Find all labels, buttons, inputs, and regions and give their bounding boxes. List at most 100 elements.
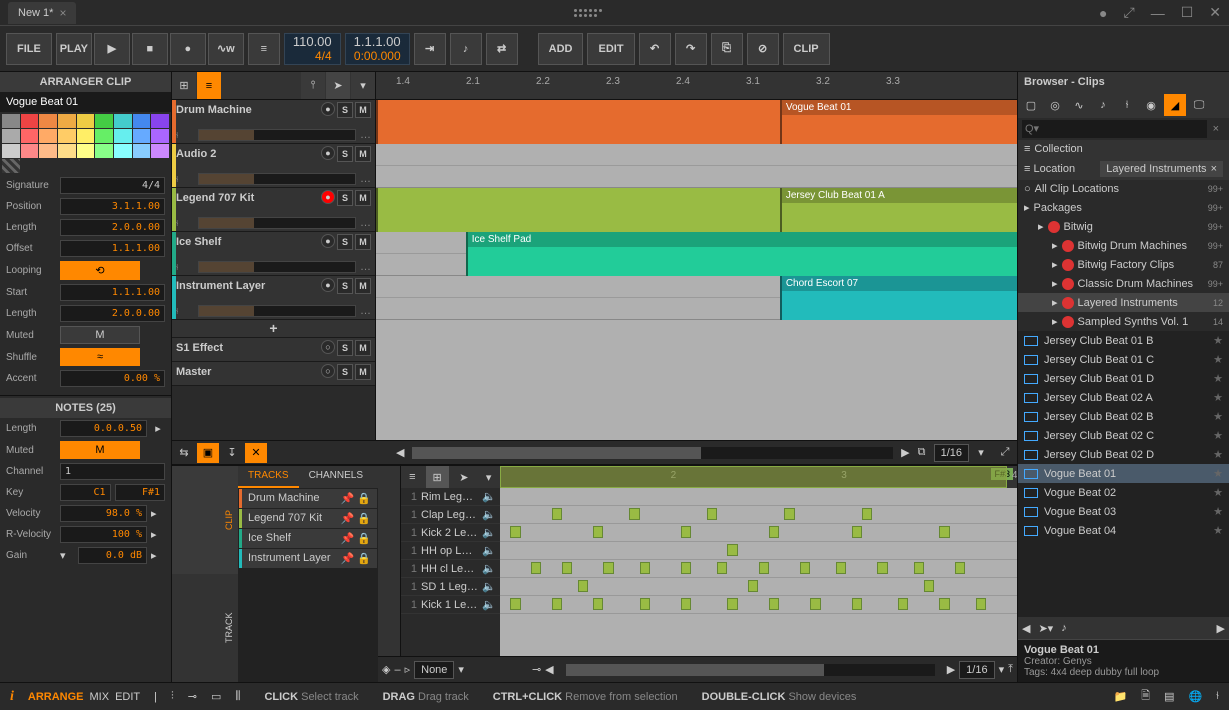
midi-note[interactable] [810, 598, 820, 610]
clear-search-icon[interactable]: × [1207, 120, 1225, 138]
detail-grid-menu-icon[interactable]: ▾ [999, 663, 1005, 676]
view-edit[interactable]: EDIT [115, 691, 140, 703]
note-lane[interactable] [500, 524, 1017, 542]
color-swatch[interactable] [151, 114, 169, 128]
browser-tab-presets-icon[interactable]: ◎ [1044, 94, 1066, 116]
midi-note[interactable] [877, 562, 887, 574]
sb-icon-4[interactable]: ⫼ [235, 690, 240, 703]
note-length-lock-icon[interactable]: ▸ [151, 422, 165, 435]
sb-right-folder-icon[interactable]: 📁 [1114, 690, 1128, 703]
detail-zoom-fit-icon[interactable]: ⤒ [1008, 663, 1013, 676]
sb-right-map-icon[interactable]: 🌐 [1188, 690, 1202, 703]
preview-cursor-icon[interactable]: ➤▾ [1038, 622, 1053, 635]
detail-select[interactable]: None [414, 661, 454, 679]
star-icon[interactable]: ★ [1213, 410, 1223, 423]
star-icon[interactable]: ★ [1213, 524, 1223, 537]
color-picker[interactable] [0, 112, 171, 175]
note-length-value[interactable]: 0.0.0.50 [60, 420, 147, 437]
star-icon[interactable]: ★ [1213, 334, 1223, 347]
delete-icon[interactable]: ⊘ [747, 33, 779, 65]
midi-note[interactable] [939, 526, 949, 538]
midi-note[interactable] [852, 598, 862, 610]
lane-speaker-icon[interactable]: 🔈 [482, 490, 496, 503]
scroll-right-icon[interactable]: ▶ [901, 446, 909, 459]
tab-close-icon[interactable]: × [59, 6, 66, 20]
solo-button[interactable]: S [337, 146, 353, 162]
color-swatch[interactable] [58, 144, 76, 158]
lane-row[interactable]: 1Kick 1 Lege...🔈 [401, 596, 500, 614]
color-swatch[interactable] [2, 144, 20, 158]
mute-button[interactable]: M [355, 278, 371, 294]
close-icon[interactable]: ✕ [1209, 4, 1221, 21]
file-button[interactable]: FILE [6, 33, 52, 65]
add-track-button[interactable]: + [172, 320, 375, 338]
star-icon[interactable]: ★ [1213, 372, 1223, 385]
loop-bars-icon[interactable]: ≡ [248, 33, 280, 65]
midi-note[interactable] [629, 508, 639, 520]
browser-item[interactable]: Vogue Beat 03★ [1018, 502, 1229, 521]
browser-tab-music-icon[interactable]: ♪ [1092, 94, 1114, 116]
lane-speaker-icon[interactable]: 🔈 [482, 508, 496, 521]
expand-icon[interactable]: ⤢ [1123, 4, 1134, 21]
track-volume[interactable] [198, 129, 356, 141]
color-swatch[interactable] [114, 114, 132, 128]
detail-grid-select[interactable]: 1/16 [959, 661, 994, 679]
browser-tab-samples-icon[interactable]: ∿ [1068, 94, 1090, 116]
tree-row[interactable]: ▸ Classic Drum Machines99+ [1018, 274, 1229, 293]
paste-icon[interactable]: ⎘ [711, 33, 743, 65]
color-swatch[interactable] [133, 129, 151, 143]
star-icon[interactable]: ★ [1213, 467, 1223, 480]
midi-note[interactable] [510, 598, 520, 610]
midi-note[interactable] [836, 562, 846, 574]
track-volume[interactable] [198, 173, 356, 185]
midi-note[interactable] [748, 580, 758, 592]
midi-note[interactable] [593, 598, 603, 610]
track-lane[interactable]: Jersey Club Beat 01 A [376, 188, 1017, 232]
color-swatch[interactable] [2, 129, 20, 143]
record-arm-icon[interactable]: ● [321, 190, 335, 204]
preview-play-icon[interactable]: ▶ [1217, 622, 1225, 635]
color-none[interactable] [2, 159, 20, 173]
h-scrollbar[interactable] [412, 447, 893, 459]
track-more-icon[interactable]: … [360, 173, 371, 185]
track-io-icon[interactable]: ⫮ [176, 130, 178, 141]
color-swatch[interactable] [39, 114, 57, 128]
view-mix[interactable]: MIX [90, 691, 110, 703]
rvelocity-value[interactable]: 100 % [60, 526, 147, 543]
looping-toggle[interactable]: ⟲ [60, 261, 140, 280]
midi-note[interactable] [593, 526, 603, 538]
browser-tab-disc-icon[interactable]: ◉ [1140, 94, 1162, 116]
detail-tab-tracks[interactable]: TRACKS [238, 466, 299, 488]
vtab-track[interactable]: TRACK [172, 574, 238, 682]
track-volume[interactable] [198, 217, 356, 229]
velocity-lock-icon[interactable]: ▸ [151, 507, 165, 520]
midi-note[interactable] [939, 598, 949, 610]
lane-row[interactable]: 1Clap Legen...🔈 [401, 506, 500, 524]
midi-note[interactable] [924, 580, 934, 592]
stop-icon[interactable]: ■ [132, 33, 168, 65]
mute-button[interactable]: M [355, 102, 371, 118]
note-lane[interactable] [500, 542, 1017, 560]
track-lane[interactable] [376, 144, 1017, 188]
arranger-clip[interactable]: Chord Escort 07 [780, 276, 1017, 320]
browser-item[interactable]: Jersey Club Beat 02 D★ [1018, 445, 1229, 464]
browser-tab-clips-icon[interactable]: ◢ [1164, 94, 1186, 116]
solo-button[interactable]: S [337, 190, 353, 206]
color-swatch[interactable] [2, 114, 20, 128]
midi-note[interactable] [955, 562, 965, 574]
undo-icon[interactable]: ↶ [639, 33, 671, 65]
zoom-fit-icon[interactable]: ⤢ [994, 443, 1016, 463]
track-more-icon[interactable]: … [360, 217, 371, 229]
color-swatch[interactable] [133, 114, 151, 128]
mute-button[interactable]: M [355, 364, 371, 380]
star-icon[interactable]: ★ [1213, 353, 1223, 366]
track-header[interactable]: Instrument Layer ● SM ⫮… [172, 276, 375, 320]
view-grid-icon[interactable]: ⊞ [172, 72, 196, 99]
position-value[interactable]: 3.1.1.00 [60, 198, 165, 215]
gain-lock-icon[interactable]: ▸ [151, 549, 165, 562]
detail-cursor-icon[interactable]: ➤ [453, 466, 476, 488]
lane-row[interactable]: 1Rim Legend...🔈 [401, 488, 500, 506]
browser-item[interactable]: Jersey Club Beat 01 C★ [1018, 350, 1229, 369]
track-lane[interactable]: Chord Escort 07 [376, 276, 1017, 320]
preview-note-icon[interactable]: ♪ [1061, 622, 1067, 634]
